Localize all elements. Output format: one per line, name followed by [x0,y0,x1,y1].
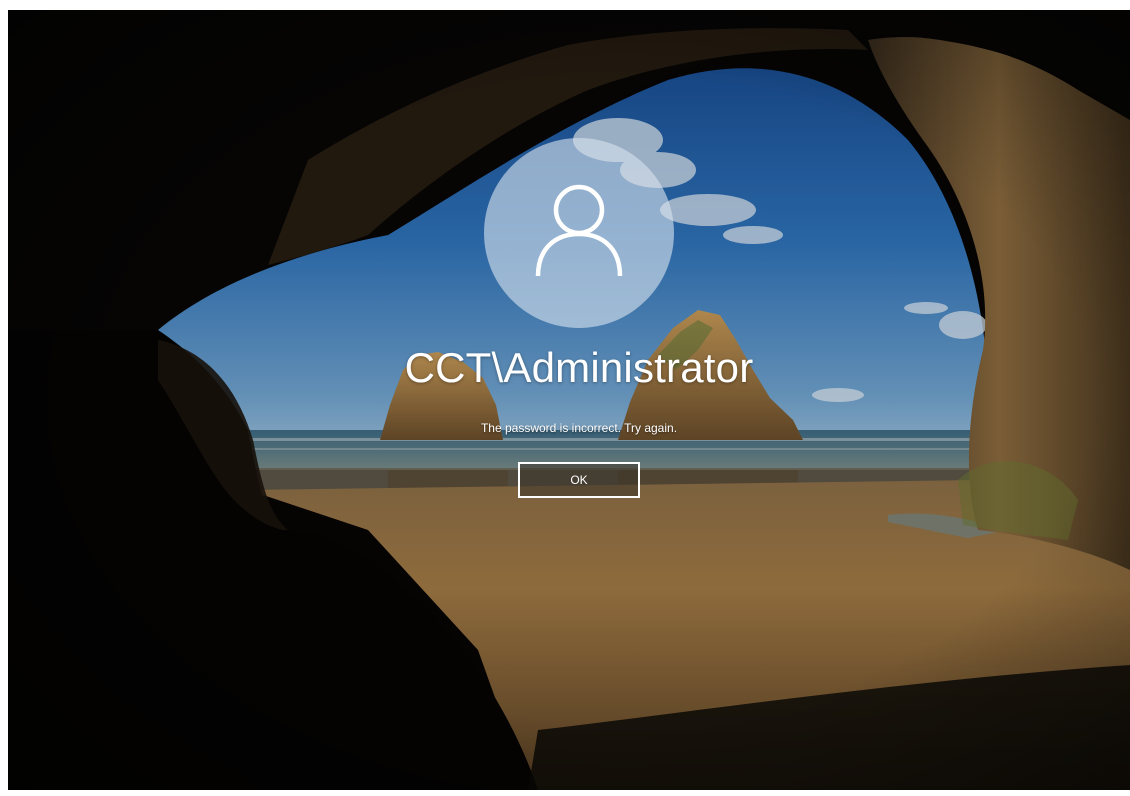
user-avatar-icon [524,176,634,290]
user-avatar [484,138,674,328]
login-panel: CCT\Administrator The password is incorr… [8,10,1130,790]
lock-screen: CCT\Administrator The password is incorr… [8,10,1130,790]
error-message: The password is incorrect. Try again. [480,421,678,435]
ok-button[interactable]: OK [518,462,640,498]
account-name: CCT\Administrator [404,344,754,391]
ok-button-label: OK [570,473,588,487]
